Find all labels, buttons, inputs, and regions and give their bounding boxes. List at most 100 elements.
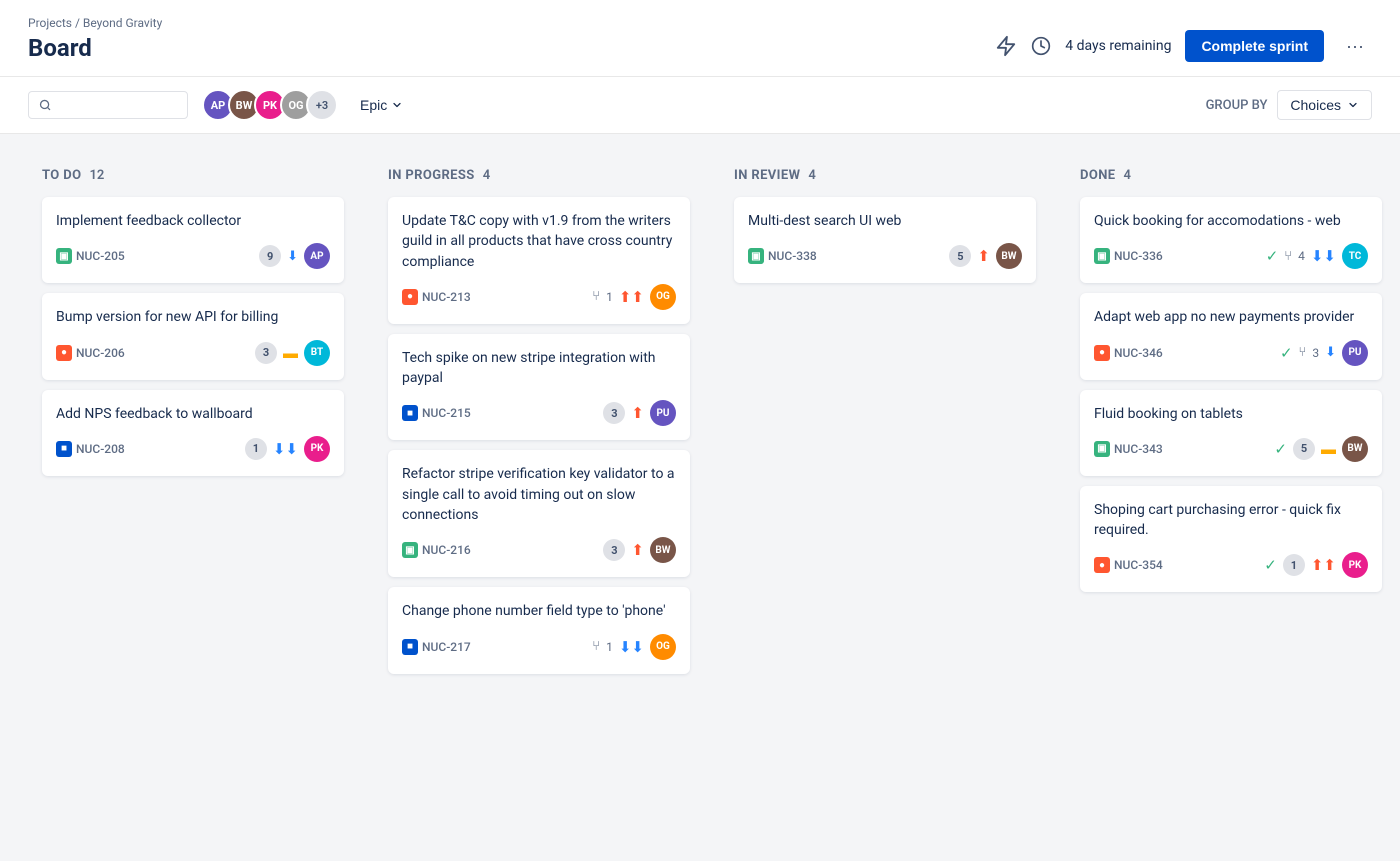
card-footer-c11: ▣ NUC-343 ✓5▬BW <box>1094 436 1368 462</box>
column-todo: TO DO 12 Implement feedback collector ▣ … <box>28 154 358 794</box>
card-title-c5: Tech spike on new stripe integration wit… <box>402 348 676 389</box>
column-header-done: DONE 4 <box>1080 168 1382 183</box>
column-inreview: IN REVIEW 4 Multi-dest search UI web ▣ N… <box>720 154 1050 794</box>
issue-icon-c2: ● <box>56 345 72 361</box>
issue-id-c3: NUC-208 <box>76 442 125 456</box>
card-c12[interactable]: Shoping cart purchasing error - quick fi… <box>1080 486 1382 593</box>
issue-icon-c4: ● <box>402 289 418 305</box>
card-meta-c6: 3⬆BW <box>603 537 676 563</box>
lightning-icon <box>995 35 1017 57</box>
card-footer-c5: ■ NUC-215 3⬆PU <box>402 400 676 426</box>
card-c5[interactable]: Tech spike on new stripe integration wit… <box>388 334 690 441</box>
card-title-c10: Adapt web app no new payments provider <box>1094 307 1368 327</box>
avatar-extra-count[interactable]: +3 <box>306 89 338 121</box>
story-points: 5 <box>1293 438 1315 460</box>
search-box[interactable] <box>28 91 188 119</box>
card-meta-c5: 3⬆PU <box>603 400 676 426</box>
card-c11[interactable]: Fluid booking on tablets ▣ NUC-343 ✓5▬BW <box>1080 390 1382 476</box>
column-header-inprogress: IN PROGRESS 4 <box>388 168 690 183</box>
card-c7[interactable]: Change phone number field type to 'phone… <box>388 587 690 673</box>
story-points: 3 <box>603 539 625 561</box>
card-title-c1: Implement feedback collector <box>56 211 330 231</box>
card-footer-c12: ● NUC-354 ✓1⬆⬆PK <box>1094 552 1368 578</box>
card-title-c4: Update T&C copy with v1.9 from the write… <box>402 211 676 272</box>
epic-filter-button[interactable]: Epic <box>352 92 411 118</box>
issue-id-c5: NUC-215 <box>422 406 471 420</box>
board: TO DO 12 Implement feedback collector ▣ … <box>0 134 1400 814</box>
issue-id-c11: NUC-343 <box>1114 442 1163 456</box>
issue-icon-c1: ▣ <box>56 248 72 264</box>
card-meta-c12: ✓1⬆⬆PK <box>1264 552 1368 578</box>
card-title-c2: Bump version for new API for billing <box>56 307 330 327</box>
avatar-c5: PU <box>650 400 676 426</box>
card-c9[interactable]: Quick booking for accomodations - web ▣ … <box>1080 197 1382 283</box>
check-icon: ✓ <box>1266 247 1279 265</box>
story-points: 5 <box>949 245 971 267</box>
issue-id-c9: NUC-336 <box>1114 249 1163 263</box>
choices-chevron-icon <box>1347 99 1359 111</box>
choices-button[interactable]: Choices <box>1277 90 1372 120</box>
column-count-inreview: 4 <box>808 168 815 183</box>
header-right: 4 days remaining Complete sprint ··· <box>995 30 1372 62</box>
complete-sprint-button[interactable]: Complete sprint <box>1185 30 1324 62</box>
branch-icon: ⑂ <box>1284 249 1292 264</box>
issue-badge-c7: ■ NUC-217 <box>402 639 471 655</box>
column-header-todo: TO DO 12 <box>42 168 344 183</box>
search-icon <box>39 98 51 112</box>
card-meta-c10: ✓ ⑂ 3 ⬇PU <box>1280 340 1368 366</box>
card-c8[interactable]: Multi-dest search UI web ▣ NUC-338 5⬆BW <box>734 197 1036 283</box>
card-meta-c8: 5⬆BW <box>949 243 1022 269</box>
avatar-c3: PK <box>304 436 330 462</box>
issue-id-c8: NUC-338 <box>768 249 817 263</box>
issue-id-c1: NUC-205 <box>76 249 125 263</box>
issue-badge-c9: ▣ NUC-336 <box>1094 248 1163 264</box>
page-title: Board <box>28 34 162 76</box>
branch-count: 4 <box>1298 249 1305 263</box>
avatar-c4: OG <box>650 284 676 310</box>
header-top: Projects / Beyond Gravity Board 4 days r… <box>28 16 1372 76</box>
more-options-button[interactable]: ··· <box>1338 32 1372 61</box>
clock-icon <box>1031 36 1051 56</box>
card-title-c6: Refactor stripe verification key validat… <box>402 464 676 525</box>
card-footer-c10: ● NUC-346 ✓ ⑂ 3 ⬇PU <box>1094 340 1368 366</box>
card-c1[interactable]: Implement feedback collector ▣ NUC-205 9… <box>42 197 344 283</box>
issue-badge-c1: ▣ NUC-205 <box>56 248 125 264</box>
branch-icon: ⑂ <box>592 289 600 304</box>
card-title-c11: Fluid booking on tablets <box>1094 404 1368 424</box>
column-count-done: 4 <box>1123 168 1130 183</box>
sprint-timer: 4 days remaining <box>1065 38 1171 54</box>
branch-icon: ⑂ <box>1299 345 1307 360</box>
avatar-group: AP BW PK OG +3 <box>202 89 338 121</box>
story-points: 3 <box>255 342 277 364</box>
card-footer-c7: ■ NUC-217 ⑂ 1 ⬇⬇OG <box>402 634 676 660</box>
card-footer-c3: ■ NUC-208 1⬇⬇PK <box>56 436 330 462</box>
card-meta-c3: 1⬇⬇PK <box>245 436 330 462</box>
issue-badge-c10: ● NUC-346 <box>1094 345 1163 361</box>
issue-badge-c6: ▣ NUC-216 <box>402 542 471 558</box>
card-title-c12: Shoping cart purchasing error - quick fi… <box>1094 500 1368 541</box>
column-count-inprogress: 4 <box>483 168 490 183</box>
avatar-c1: AP <box>304 243 330 269</box>
search-input[interactable] <box>57 97 177 113</box>
column-title-inprogress: IN PROGRESS <box>388 168 475 183</box>
issue-badge-c12: ● NUC-354 <box>1094 557 1163 573</box>
issue-badge-c3: ■ NUC-208 <box>56 441 125 457</box>
issue-id-c6: NUC-216 <box>422 543 471 557</box>
card-c3[interactable]: Add NPS feedback to wallboard ■ NUC-208 … <box>42 390 344 476</box>
card-meta-c2: 3▬BT <box>255 340 330 366</box>
card-title-c3: Add NPS feedback to wallboard <box>56 404 330 424</box>
card-footer-c9: ▣ NUC-336 ✓ ⑂ 4 ⬇⬇TC <box>1094 243 1368 269</box>
card-c10[interactable]: Adapt web app no new payments provider ●… <box>1080 293 1382 379</box>
card-c6[interactable]: Refactor stripe verification key validat… <box>388 450 690 577</box>
card-c2[interactable]: Bump version for new API for billing ● N… <box>42 293 344 379</box>
issue-id-c2: NUC-206 <box>76 346 125 360</box>
card-c4[interactable]: Update T&C copy with v1.9 from the write… <box>388 197 690 324</box>
issue-id-c7: NUC-217 <box>422 640 471 654</box>
epic-label: Epic <box>360 97 387 113</box>
branch-icon: ⑂ <box>592 639 600 654</box>
card-footer-c8: ▣ NUC-338 5⬆BW <box>748 243 1022 269</box>
column-title-inreview: IN REVIEW <box>734 168 800 183</box>
toolbar: AP BW PK OG +3 Epic GROUP BY Choices <box>0 77 1400 134</box>
avatar-c2: BT <box>304 340 330 366</box>
branch-count: 1 <box>606 290 613 304</box>
